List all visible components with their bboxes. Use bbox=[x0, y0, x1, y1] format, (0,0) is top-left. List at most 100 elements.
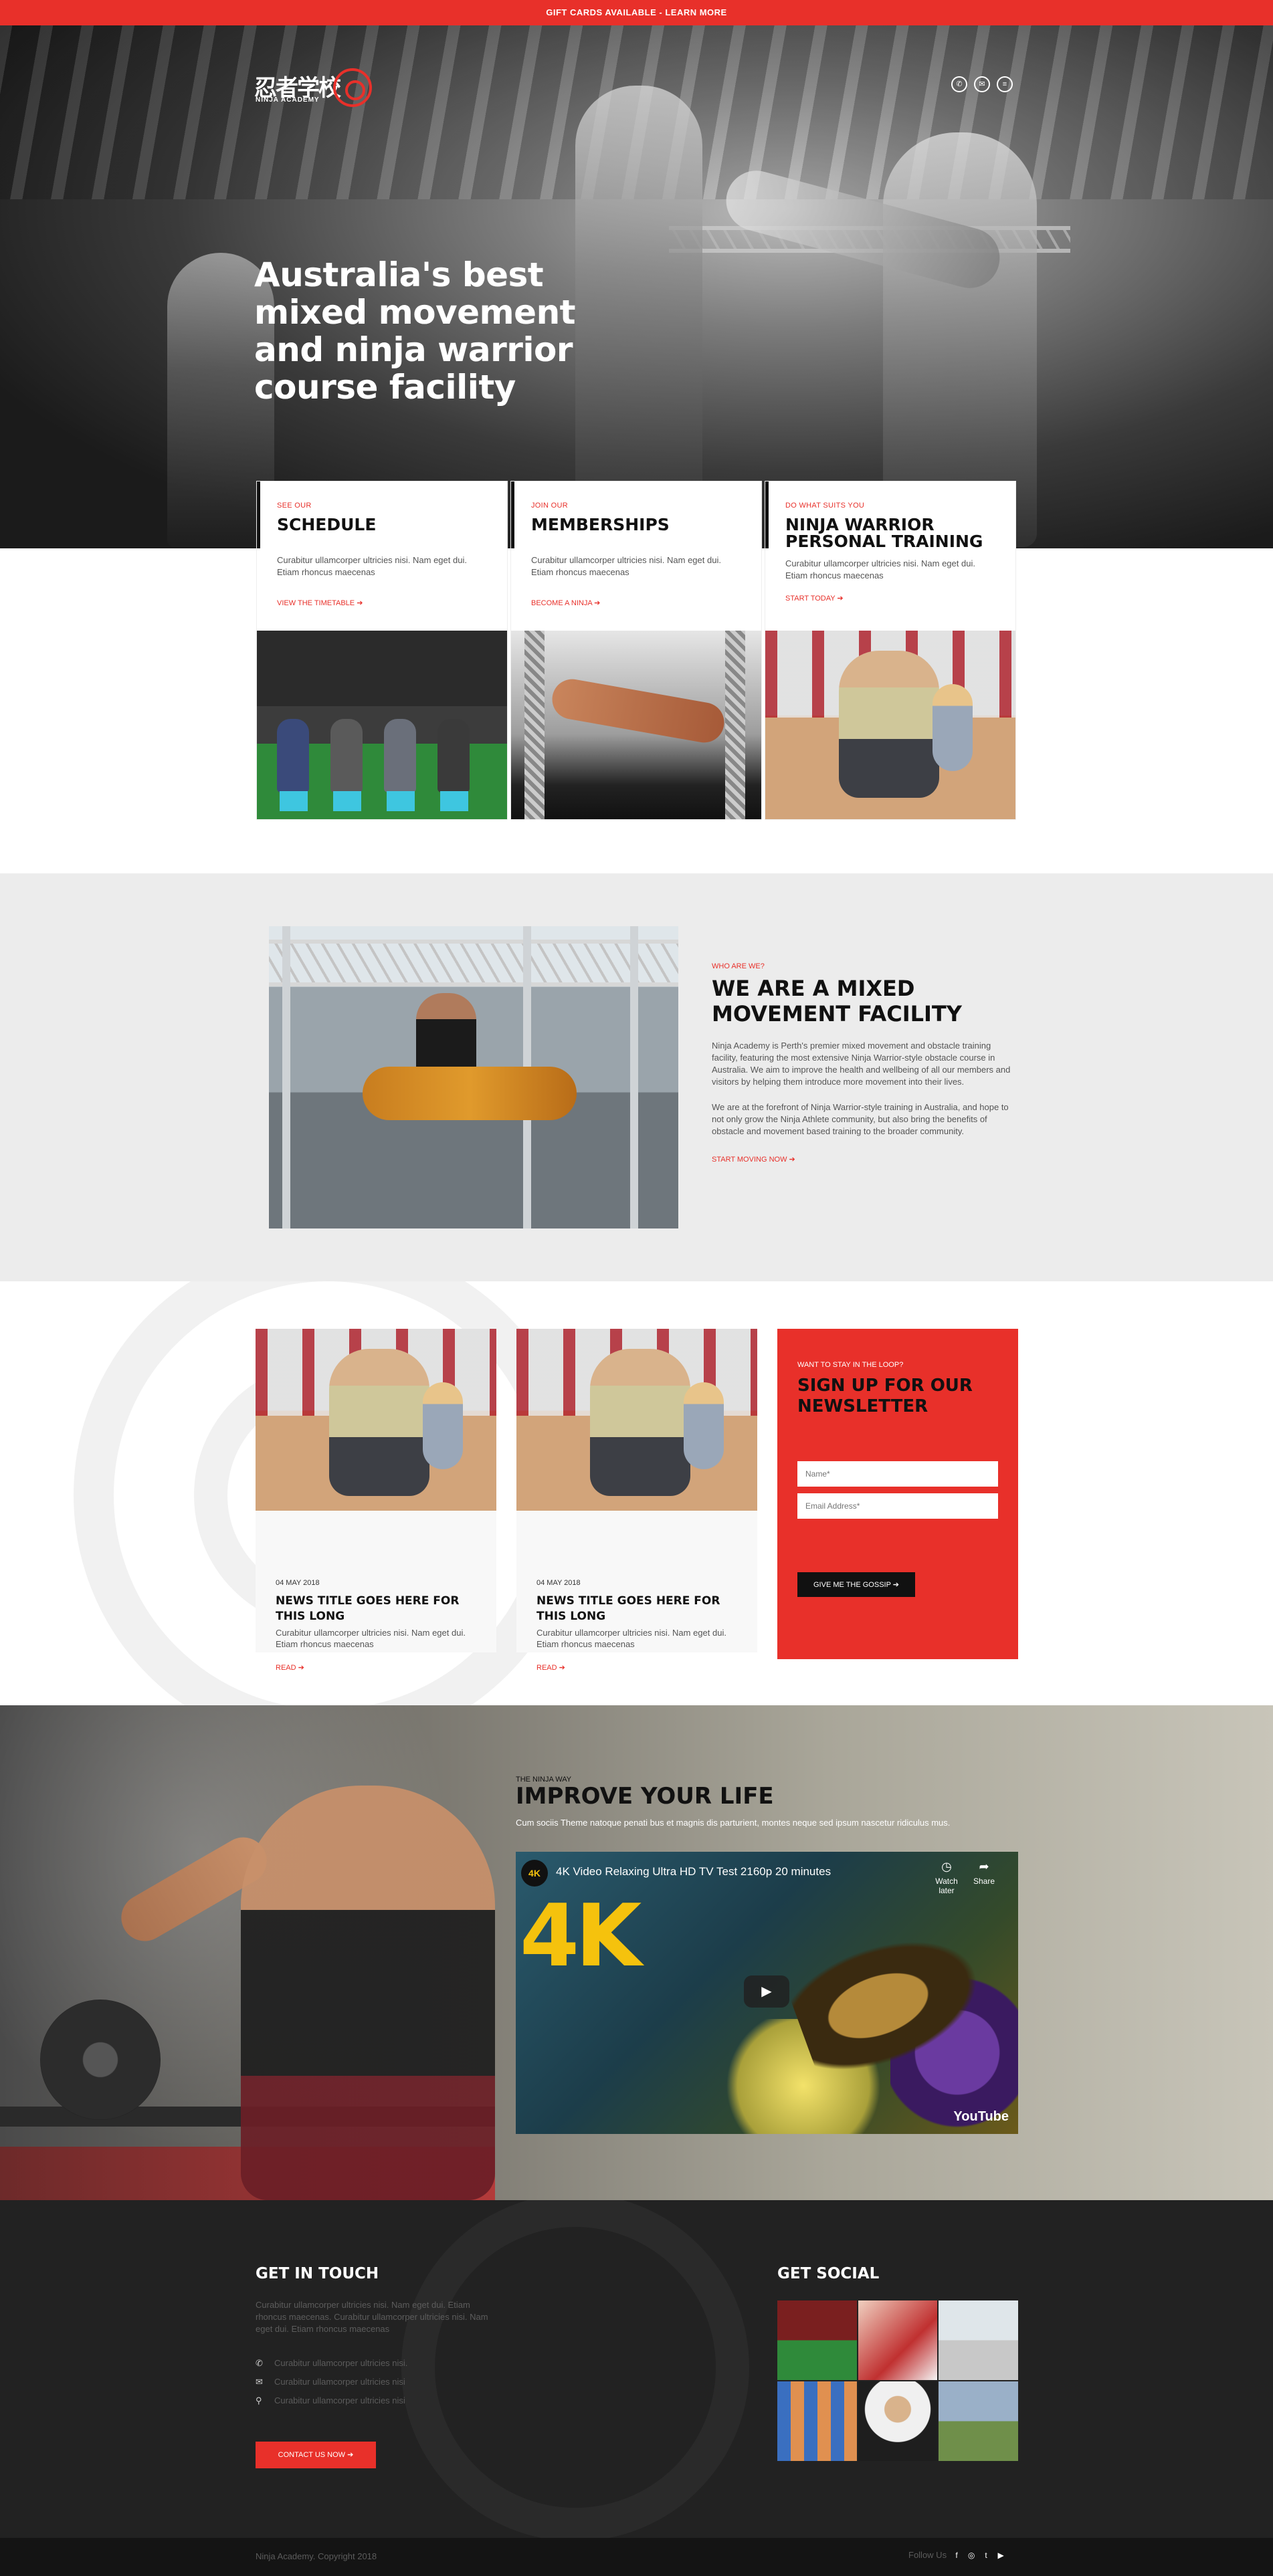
news-title: NEWS TITLE GOES HERE FOR THIS LONG bbox=[276, 1594, 460, 1623]
news-section: 04 MAY 2018 NEWS TITLE GOES HERE FOR THI… bbox=[0, 1281, 1273, 1705]
feature-cards: SEE OUR SCHEDULE Curabitur ullamcorper u… bbox=[257, 481, 1017, 819]
card-pre: SEE OUR bbox=[277, 502, 312, 510]
card-image bbox=[765, 631, 1015, 819]
menu-icon[interactable]: ≡ bbox=[997, 76, 1013, 92]
ninja-way-desc: Cum sociis Theme natoque penati bus et m… bbox=[516, 1818, 951, 1828]
newsletter-title: SIGN UP FOR OUR NEWSLETTER bbox=[797, 1376, 973, 1416]
card-pre: JOIN OUR bbox=[531, 502, 568, 510]
card-pre: DO WHAT SUITS YOU bbox=[785, 502, 865, 510]
contact-email[interactable]: ✉ Curabitur ullamcorper ultricies nisi bbox=[256, 2377, 405, 2387]
instagram-icon[interactable]: ◎ bbox=[967, 2551, 976, 2560]
mail-icon: ✉ bbox=[256, 2377, 263, 2387]
start-today-link[interactable]: START TODAY ➔ bbox=[785, 594, 844, 603]
contact-phone[interactable]: ✆ Curabitur ullamcorper ultricies nisi. bbox=[256, 2358, 407, 2369]
twitter-icon[interactable]: t bbox=[981, 2551, 991, 2560]
about-pre: WHO ARE WE? bbox=[712, 962, 765, 970]
play-button[interactable]: ▶ bbox=[744, 1975, 789, 2008]
email-field[interactable] bbox=[797, 1493, 998, 1519]
about-image bbox=[269, 926, 678, 1228]
read-link[interactable]: READ ➔ bbox=[536, 1663, 565, 1672]
subscribe-button[interactable]: GIVE ME THE GOSSIP ➔ bbox=[797, 1572, 916, 1597]
contact-text: Curabitur ullamcorper ultricies nisi bbox=[274, 2395, 405, 2405]
card-schedule[interactable]: SEE OUR SCHEDULE Curabitur ullamcorper u… bbox=[257, 481, 507, 819]
phone-icon: ✆ bbox=[256, 2358, 263, 2368]
become-ninja-link[interactable]: BECOME A NINJA ➔ bbox=[531, 599, 600, 607]
newsletter-pre: WANT TO STAY IN THE LOOP? bbox=[797, 1361, 904, 1369]
ninja-way-section: THE NINJA WAY IMPROVE YOUR LIFE Cum soci… bbox=[0, 1705, 1273, 2200]
social-links: Follow Us f ◎ t ▶ bbox=[908, 2550, 1005, 2560]
card-accent bbox=[511, 481, 514, 548]
card-image bbox=[511, 631, 761, 819]
weight-plate bbox=[40, 2000, 161, 2120]
phone-icon[interactable]: ✆ bbox=[951, 76, 967, 92]
athlete-image bbox=[241, 1786, 495, 2200]
contact-us-button[interactable]: CONTACT US NOW ➔ bbox=[256, 2442, 376, 2468]
hero: 忍者学校 NINJA ACADEMY ✆ ✉ ≡ Australia's bes… bbox=[0, 25, 1273, 548]
news-card[interactable]: 04 MAY 2018 NEWS TITLE GOES HERE FOR THI… bbox=[516, 1329, 757, 1672]
news-date: 04 MAY 2018 bbox=[536, 1579, 581, 1587]
card-image bbox=[257, 631, 507, 819]
card-text: Curabitur ullamcorper ultricies nisi. Na… bbox=[277, 555, 467, 577]
social-photo[interactable] bbox=[858, 2300, 938, 2380]
news-title: NEWS TITLE GOES HERE FOR THIS LONG bbox=[536, 1594, 720, 1623]
hero-title: Australia's best mixed movement and ninj… bbox=[254, 255, 576, 407]
footer: GET IN TOUCH Curabitur ullamcorper ultri… bbox=[0, 2200, 1273, 2538]
social-grid bbox=[777, 2300, 1018, 2461]
channel-avatar[interactable]: 4K bbox=[521, 1860, 548, 1887]
site-logo[interactable]: 忍者学校 NINJA ACADEMY bbox=[254, 66, 375, 112]
watch-later-label: Watch later bbox=[935, 1876, 958, 1895]
news-image bbox=[516, 1329, 757, 1511]
about-title: WE ARE A MIXED MOVEMENT FACILITY bbox=[712, 976, 962, 1027]
ninja-way-title: IMPROVE YOUR LIFE bbox=[516, 1783, 774, 1810]
card-text: Curabitur ullamcorper ultricies nisi. Na… bbox=[785, 558, 975, 580]
page: GIFT CARDS AVAILABLE - LEARN MORE 忍者学校 N… bbox=[0, 0, 1273, 2576]
video-4k-text: 4K bbox=[520, 1887, 642, 1986]
card-personal-training[interactable]: DO WHAT SUITS YOU NINJA WARRIOR PERSONAL… bbox=[765, 481, 1015, 819]
card-accent bbox=[257, 481, 260, 548]
name-field[interactable] bbox=[797, 1461, 998, 1487]
card-title: MEMBERSHIPS bbox=[531, 515, 670, 534]
video-title[interactable]: 4K Video Relaxing Ultra HD TV Test 2160p… bbox=[556, 1865, 831, 1879]
follow-label: Follow Us bbox=[908, 2550, 947, 2560]
footer-intro: Curabitur ullamcorper ultricies nisi. Na… bbox=[256, 2300, 488, 2334]
news-text: Curabitur ullamcorper ultricies nisi. Na… bbox=[276, 1628, 466, 1649]
newsletter-form: WANT TO STAY IN THE LOOP? SIGN UP FOR OU… bbox=[777, 1329, 1018, 1659]
bottom-bar: Ninja Academy. Copyright 2018 Follow Us … bbox=[0, 2538, 1273, 2576]
share-label: Share bbox=[973, 1876, 995, 1886]
view-timetable-link[interactable]: VIEW THE TIMETABLE ➔ bbox=[277, 599, 363, 607]
news-card[interactable]: 04 MAY 2018 NEWS TITLE GOES HERE FOR THI… bbox=[256, 1329, 496, 1672]
location-icon: ⚲ bbox=[256, 2395, 262, 2405]
social-photo[interactable] bbox=[939, 2381, 1018, 2461]
card-title: NINJA WARRIOR PERSONAL TRAINING bbox=[785, 515, 983, 551]
card-title: SCHEDULE bbox=[277, 515, 377, 534]
start-moving-link[interactable]: START MOVING NOW ➔ bbox=[712, 1155, 795, 1164]
get-in-touch-title: GET IN TOUCH bbox=[256, 2265, 379, 2282]
news-text: Curabitur ullamcorper ultricies nisi. Na… bbox=[536, 1628, 726, 1649]
contact-text: Curabitur ullamcorper ultricies nisi bbox=[274, 2377, 405, 2387]
share-icon: ➦ bbox=[979, 1860, 989, 1873]
share-button[interactable]: ➦ Share bbox=[964, 1860, 1004, 1886]
social-photo[interactable] bbox=[858, 2381, 938, 2461]
social-photo[interactable] bbox=[777, 2381, 857, 2461]
youtube-icon[interactable]: ▶ bbox=[996, 2551, 1005, 2560]
contact-text: Curabitur ullamcorper ultricies nisi. bbox=[274, 2358, 408, 2368]
youtube-logo[interactable]: YouTube bbox=[953, 2109, 1009, 2125]
video-player[interactable]: 4K 4K 4K Video Relaxing Ultra HD TV Test… bbox=[516, 1852, 1018, 2134]
about-paragraph: Ninja Academy is Perth's premier mixed m… bbox=[712, 1041, 1011, 1087]
copyright: Ninja Academy. Copyright 2018 bbox=[256, 2551, 377, 2561]
contact-location[interactable]: ⚲ Curabitur ullamcorper ultricies nisi bbox=[256, 2395, 405, 2406]
card-memberships[interactable]: JOIN OUR MEMBERSHIPS Curabitur ullamcorp… bbox=[511, 481, 761, 819]
mail-icon[interactable]: ✉ bbox=[974, 76, 990, 92]
news-date: 04 MAY 2018 bbox=[276, 1579, 320, 1587]
social-photo[interactable] bbox=[777, 2300, 857, 2380]
hero-icons: ✆ ✉ ≡ bbox=[951, 76, 1013, 92]
watch-later-button[interactable]: ◷ Watch later bbox=[926, 1860, 967, 1895]
gift-cards-banner[interactable]: GIFT CARDS AVAILABLE - LEARN MORE bbox=[0, 0, 1273, 25]
social-photo[interactable] bbox=[939, 2300, 1018, 2380]
clock-icon: ◷ bbox=[941, 1860, 952, 1873]
background-mark bbox=[401, 2200, 749, 2538]
read-link[interactable]: READ ➔ bbox=[276, 1663, 304, 1672]
facebook-icon[interactable]: f bbox=[952, 2551, 961, 2560]
news-image bbox=[256, 1329, 496, 1511]
card-accent bbox=[765, 481, 769, 548]
